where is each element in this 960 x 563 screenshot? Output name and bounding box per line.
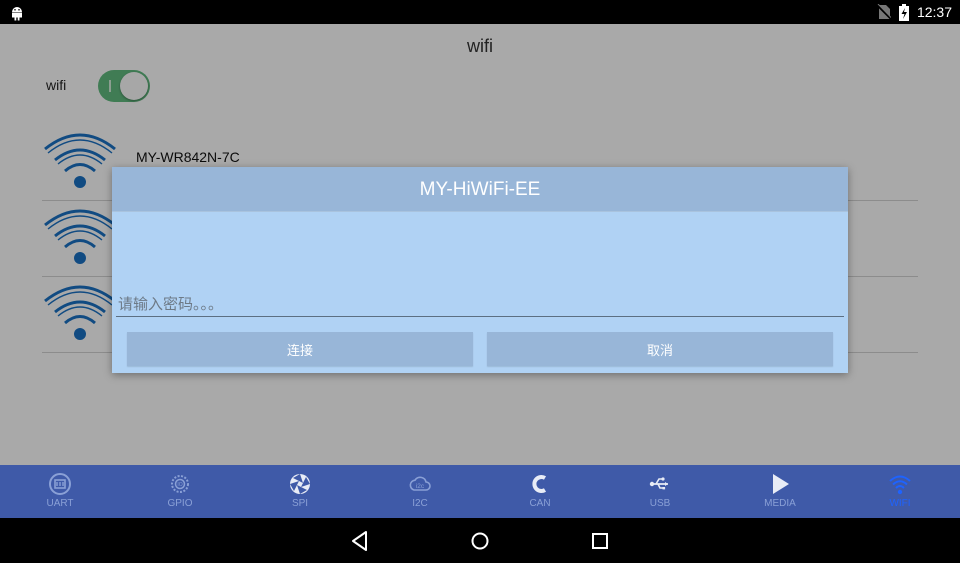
tab-media[interactable]: MEDIA: [720, 465, 840, 518]
can-icon: [532, 475, 547, 493]
gpio-icon: IO: [171, 475, 189, 493]
wifi-password-dialog: MY-HiWiFi-EE 连接 取消: [112, 167, 848, 373]
tab-i2c[interactable]: i2c I2C: [360, 465, 480, 518]
connect-button[interactable]: 连接: [127, 332, 473, 366]
bottom-tab-bar: UART IO GPIO SPI i2c I2C CAN USB MEDIA W…: [0, 465, 960, 518]
status-icons: 12:37: [876, 0, 952, 24]
i2c-icon: i2c: [409, 476, 431, 491]
status-time: 12:37: [916, 4, 952, 20]
navigation-bar: [0, 518, 960, 563]
recents-icon[interactable]: [587, 528, 613, 554]
cancel-button[interactable]: 取消: [487, 332, 833, 366]
no-sim-icon: [876, 4, 891, 20]
tab-label: WIFI: [889, 498, 911, 509]
tab-usb[interactable]: USB: [600, 465, 720, 518]
wifi-icon: [889, 475, 911, 495]
usb-icon: [649, 477, 668, 490]
home-icon[interactable]: [467, 528, 493, 554]
android-debug-icon: [12, 7, 22, 21]
tab-gpio[interactable]: IO GPIO: [120, 465, 240, 518]
spi-icon: [290, 474, 310, 494]
tab-label: I2C: [412, 498, 428, 509]
tab-label: CAN: [529, 498, 551, 509]
dialog-title: MY-HiWiFi-EE: [112, 167, 848, 212]
tab-can[interactable]: CAN: [480, 465, 600, 518]
back-icon[interactable]: [347, 528, 373, 554]
tab-uart[interactable]: UART: [0, 465, 120, 518]
tab-wifi[interactable]: WIFI: [840, 465, 960, 518]
uart-icon: [49, 473, 71, 495]
device-screen: 12:37 wifi wifi MY-WR842N-7C MY-HiWiFi-E…: [0, 0, 960, 563]
svg-text:IO: IO: [177, 482, 182, 488]
tab-label: MEDIA: [764, 498, 796, 509]
tab-label: USB: [649, 498, 671, 509]
tab-spi[interactable]: SPI: [240, 465, 360, 518]
battery-charging-icon: [898, 3, 909, 21]
password-input[interactable]: [116, 291, 844, 317]
tab-label: GPIO: [167, 498, 193, 509]
status-bar: 12:37: [0, 0, 960, 24]
media-play-icon: [773, 474, 789, 494]
svg-text:i2c: i2c: [416, 483, 425, 490]
tab-label: SPI: [291, 498, 309, 509]
tab-label: UART: [46, 498, 74, 509]
